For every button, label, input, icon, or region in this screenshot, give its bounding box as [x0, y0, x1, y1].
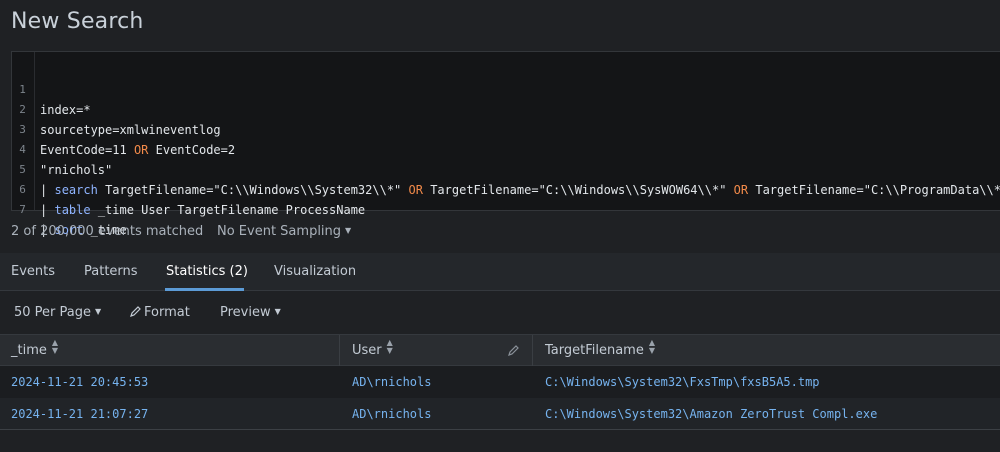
time-cell[interactable]: 2024-11-21 20:45:53 — [11, 366, 148, 398]
event-sampling-dropdown[interactable]: No Event Sampling ▼ — [217, 224, 351, 239]
search-status-bar: 2 of 200,000 events matched No Event Sam… — [0, 219, 1000, 245]
column-header-user[interactable]: User ▲ ▼ — [340, 335, 533, 366]
query-token: _time User TargetFilename ProcessName — [97, 203, 366, 217]
preview-dropdown[interactable]: Preview ▼ — [220, 305, 281, 320]
column-header-label: _time — [11, 343, 47, 358]
event-sampling-label: No Event Sampling — [217, 224, 342, 239]
sort-icon: ▲ ▼ — [648, 338, 655, 355]
query-line-5: 5 | search TargetFilename="C:\\Windows\\… — [12, 140, 1000, 197]
tab-visualization[interactable]: Visualization — [274, 264, 356, 279]
targetfilename-cell[interactable]: C:\Windows\System32\FxsTmp\fxsB5A5.tmp — [545, 366, 820, 398]
caret-down-icon: ▼ — [345, 226, 352, 235]
sort-icon: ▲ ▼ — [386, 338, 393, 355]
tab-patterns[interactable]: Patterns — [84, 264, 138, 279]
active-tab-indicator — [165, 288, 244, 291]
table-row: 2024-11-21 20:45:53 AD\rnichols C:\Windo… — [0, 366, 1000, 398]
preview-label: Preview — [220, 305, 271, 320]
per-page-label: 50 Per Page — [14, 305, 91, 320]
query-text: | table _time User TargetFilename Proces… — [40, 200, 365, 220]
tab-events[interactable]: Events — [11, 264, 55, 279]
events-matched-count: 2 of 200,000 events matched — [11, 224, 204, 239]
format-button[interactable]: Format — [130, 305, 190, 320]
pencil-icon — [130, 306, 141, 317]
column-header-label: TargetFilename — [545, 343, 644, 358]
query-line-1: 1 index=* — [12, 60, 1000, 117]
time-cell[interactable]: 2024-11-21 21:07:27 — [11, 398, 148, 430]
table-header: _time ▲ ▼ User ▲ ▼ TargetFilename ▲ ▼ — [0, 334, 1000, 366]
column-header-targetfilename[interactable]: TargetFilename ▲ ▼ — [533, 335, 1000, 366]
user-cell[interactable]: AD\rnichols — [352, 398, 431, 430]
pencil-icon[interactable] — [508, 345, 519, 356]
column-header-label: User — [352, 343, 382, 358]
targetfilename-cell[interactable]: C:\Windows\System32\Amazon ZeroTrust Com… — [545, 398, 877, 430]
query-line-3: 3 EventCode=11 OR EventCode=2 — [12, 100, 1000, 157]
page-title: New Search — [11, 9, 144, 34]
pipe-symbol: | — [40, 203, 48, 217]
search-query-editor[interactable]: 1 index=* 2 sourcetype=xmlwineventlog 3 … — [11, 51, 1000, 237]
user-cell[interactable]: AD\rnichols — [352, 366, 431, 398]
table-command: table — [54, 203, 91, 217]
sort-icon: ▲ ▼ — [51, 338, 59, 355]
results-toolbar: 50 Per Page ▼ Format Preview ▼ — [0, 298, 1000, 328]
column-header-time[interactable]: _time ▲ ▼ — [0, 335, 340, 366]
tab-statistics[interactable]: Statistics (2) — [166, 264, 248, 279]
per-page-dropdown[interactable]: 50 Per Page ▼ — [14, 305, 101, 320]
line-number: 7 — [19, 203, 26, 216]
query-line-4: 4 "rnichols" — [12, 120, 1000, 177]
results-tabs: Events Patterns Statistics (2) Visualiza… — [0, 253, 1000, 291]
query-line-6: 6 | table _time User TargetFilename Proc… — [12, 160, 1000, 217]
caret-down-icon: ▼ — [274, 307, 281, 316]
caret-down-icon: ▼ — [95, 307, 102, 316]
table-row: 2024-11-21 21:07:27 AD\rnichols C:\Windo… — [0, 398, 1000, 430]
query-line-7: 7 | sort _time — [12, 180, 1000, 237]
format-label: Format — [144, 305, 190, 320]
query-line-2: 2 sourcetype=xmlwineventlog — [12, 80, 1000, 137]
